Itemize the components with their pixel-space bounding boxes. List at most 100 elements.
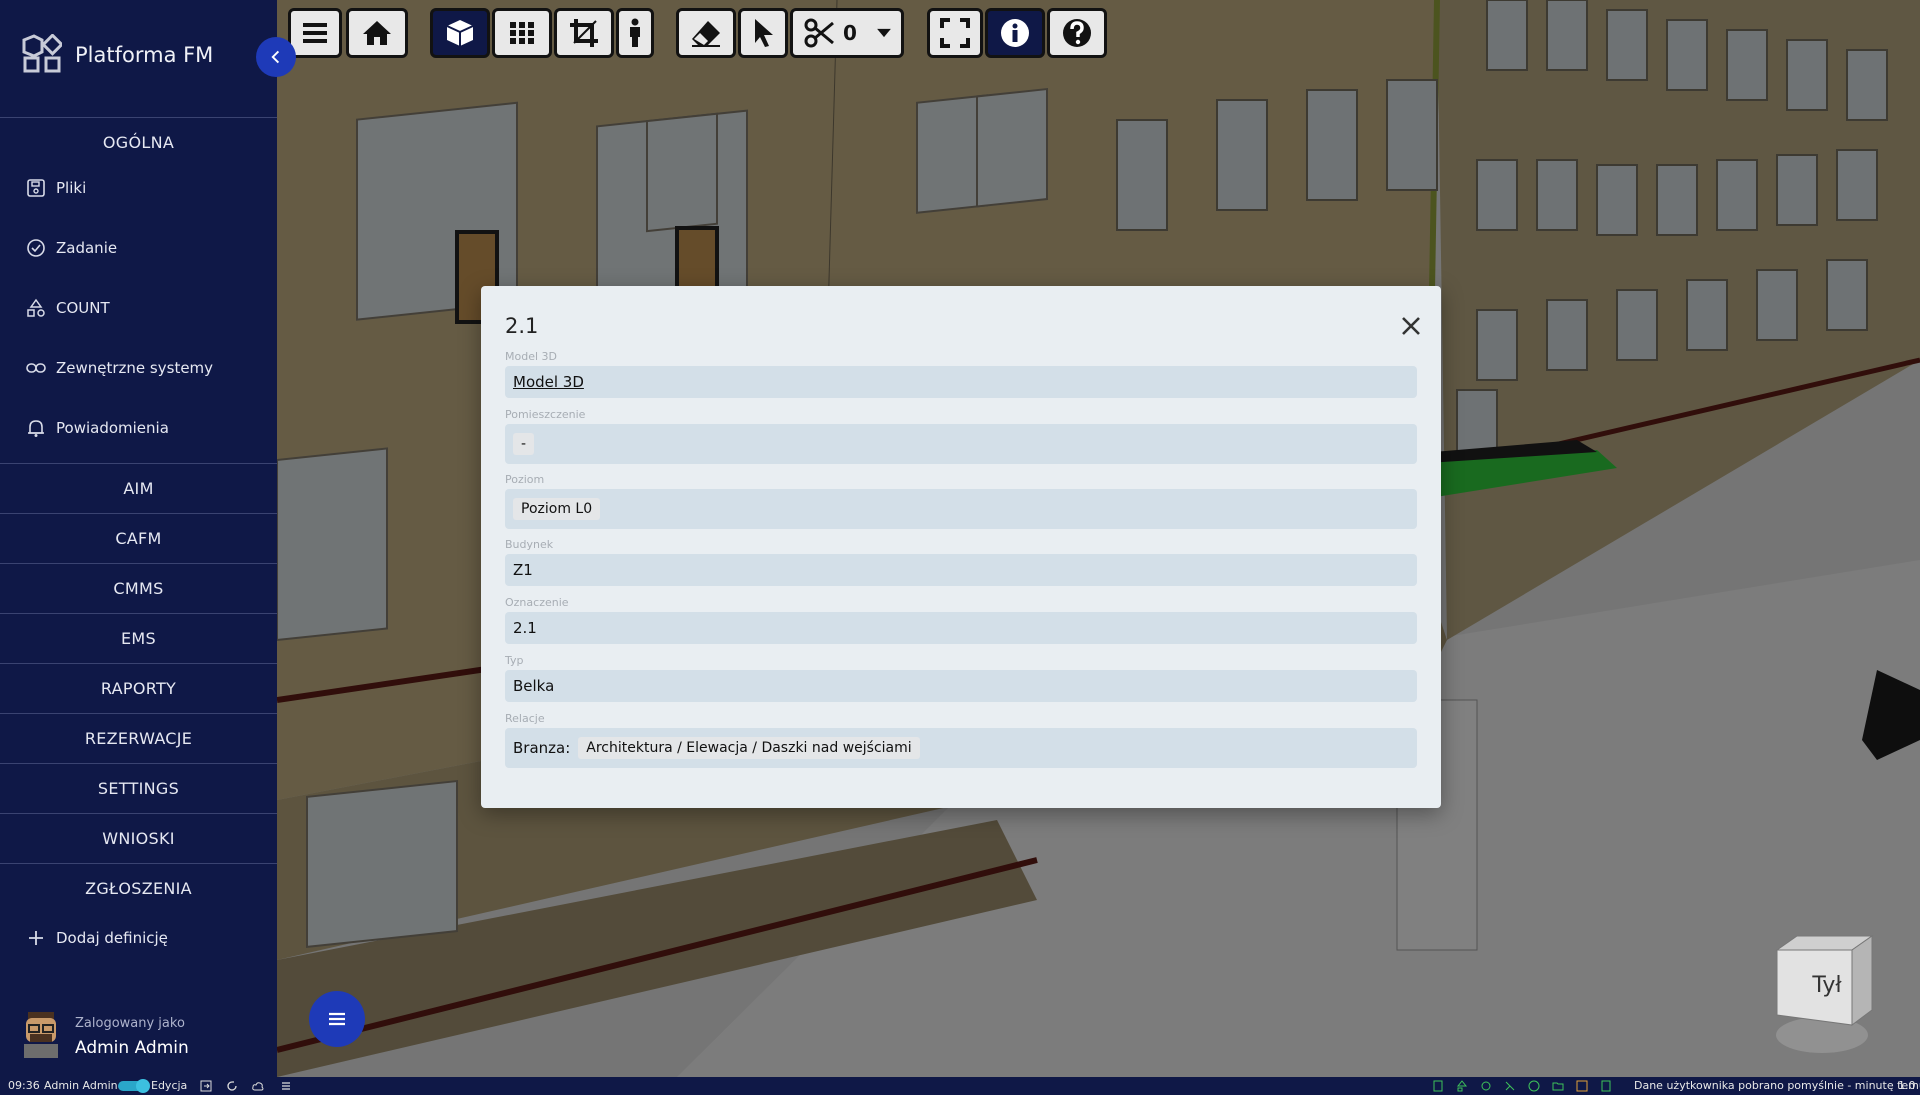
type-label: Typ [505,654,524,667]
close-icon[interactable] [1397,312,1425,340]
avatar [24,1012,58,1058]
eraser-button[interactable] [676,8,736,58]
building-label: Budynek [505,538,554,551]
section-cafm[interactable]: CAFM [0,513,277,563]
add-definition-button[interactable]: Dodaj definicję [26,918,168,958]
app-logo-icon [22,34,62,73]
type-field: Belka [505,670,1417,702]
folder-status-icon [1552,1082,1564,1091]
mark-field: 2.1 [505,612,1417,644]
save-icon [27,179,45,197]
sidebar: Platforma FM OGÓLNA Pliki Zadanie COUNT … [0,0,277,1077]
check-circle-icon [27,239,45,257]
list-icon [329,1012,345,1026]
sidebar-item-label: Zadanie [56,239,118,257]
refresh-icon[interactable] [226,1080,238,1092]
menu-button[interactable] [288,8,342,58]
mark-label: Oznaczenie [505,596,569,609]
sidebar-item-zadanie[interactable]: Zadanie [26,228,117,268]
section-raporty[interactable]: RAPORTY [0,663,277,713]
network-status-icon [1505,1081,1515,1091]
section-label: ZGŁOSZENIA [85,879,192,898]
floating-menu-button[interactable] [309,991,365,1047]
building-field: Z1 [505,554,1417,586]
sidebar-item-count[interactable]: COUNT [26,288,110,328]
section-zgloszenia[interactable]: ZGŁOSZENIA [0,863,277,913]
3d-view-button[interactable] [430,8,490,58]
section-label: CAFM [115,529,162,548]
edit-mode-toggle[interactable] [118,1079,150,1093]
relations-key: Branza: [513,739,571,757]
sidebar-item-label: Zewnętrzne systemy [56,359,214,377]
dialog-title: 2.1 [505,314,539,338]
room-chip[interactable]: - [513,433,535,455]
bell-icon [28,420,44,437]
mark-value: 2.1 [513,619,537,637]
section-cmms[interactable]: CMMS [0,563,277,613]
crop-button[interactable] [554,8,614,58]
cube-icon [446,20,474,46]
section-label: RAPORTY [100,679,177,698]
sidebar-item-label: Pliki [56,179,87,197]
help-button[interactable] [1047,8,1107,58]
level-label: Poziom [505,473,545,486]
document-status-icon [1601,1080,1611,1092]
person-icon [630,18,640,47]
info-button[interactable] [985,8,1045,58]
section-label: REZERWACJE [84,729,193,748]
logout-icon[interactable] [200,1080,212,1092]
section-label: SETTINGS [97,779,180,798]
section-rezerwacje[interactable]: REZERWACJE [0,713,277,763]
building-status-icon [1433,1080,1443,1092]
shapes-status-icon [1456,1080,1468,1092]
relations-label: Relacje [505,712,545,725]
section-settings[interactable]: SETTINGS [0,763,277,813]
sidebar-item-powiadomienia[interactable]: Powiadomienia [26,408,169,448]
status-mode: Edycja [151,1079,188,1092]
sidebar-item-label: Powiadomienia [56,419,169,437]
settings-status-icon [1481,1081,1491,1091]
section-wnioski[interactable]: WNIOSKI [0,813,277,863]
status-bar: 09:36 Admin Admin Edycja Dane użytkownik… [0,1077,1920,1095]
grid-button[interactable] [492,8,552,58]
level-chip[interactable]: Poziom L0 [513,498,601,520]
home-button[interactable] [346,8,408,58]
fullscreen-button[interactable] [927,8,983,58]
section-cut-dropdown[interactable]: 0 [790,8,904,58]
caret-down-icon [877,28,891,38]
eraser-icon [692,21,720,47]
cloud-icon[interactable] [252,1080,264,1092]
logged-in-user: Admin Admin [75,1038,189,1058]
home-icon [363,21,391,45]
view-cube-face-label: Tył [1811,973,1842,998]
chevron-left-icon [271,50,280,64]
sidebar-item-pliki[interactable]: Pliki [26,168,86,208]
section-ems[interactable]: EMS [0,613,277,663]
select-button[interactable] [738,8,788,58]
sidebar-item-label: COUNT [56,299,110,317]
model-field: Model 3D [505,366,1417,398]
level-field: Poziom L0 [505,489,1417,529]
grid-icon [510,22,534,44]
section-label: WNIOSKI [102,829,175,848]
person-view-button[interactable] [616,8,654,58]
link-icon [26,363,46,373]
section-ogolna[interactable]: OGÓLNA [0,117,277,167]
menu-lines-icon[interactable] [280,1080,292,1092]
section-label: CMMS [113,579,164,598]
section-aim[interactable]: AIM [0,463,277,513]
add-definition-label: Dodaj definicję [56,929,168,947]
relations-field: Branza: Architektura / Elewacja / Daszki… [505,728,1417,768]
relations-chip[interactable]: Architektura / Elewacja / Daszki nad wej… [578,737,920,759]
room-field: - [505,424,1417,464]
view-cube[interactable]: Tył [1767,930,1877,1055]
type-value: Belka [513,677,555,695]
status-message: Dane użytkownika pobrano pomyślnie - min… [1634,1079,1920,1092]
model-label: Model 3D [505,350,557,363]
collapse-sidebar-button[interactable] [256,37,296,77]
status-time: 09:36 [8,1079,40,1092]
section-cut-count: 0 [843,21,857,45]
model-link[interactable]: Model 3D [513,373,584,391]
sidebar-item-zewnetrzne-systemy[interactable]: Zewnętrzne systemy [26,348,213,388]
fullscreen-icon [940,18,970,48]
